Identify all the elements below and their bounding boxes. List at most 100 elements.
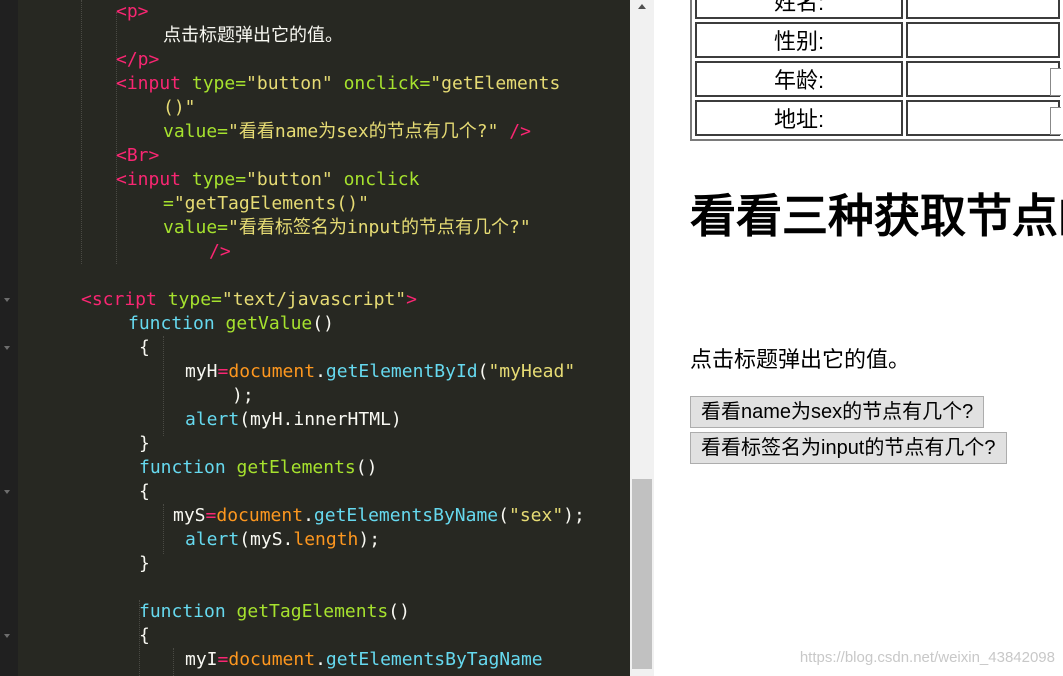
indent-guide bbox=[173, 648, 175, 676]
code-token: getElementsByName bbox=[313, 505, 499, 526]
code-editor[interactable]: <p> 点击标题弹出它的值。 </p> <input type="button" on… bbox=[0, 0, 630, 676]
code-line[interactable]: ); bbox=[232, 384, 254, 408]
code-line[interactable]: function getValue() bbox=[128, 312, 334, 336]
code-line[interactable]: { bbox=[139, 336, 150, 360]
code-token: ); bbox=[232, 385, 254, 406]
code-token: . bbox=[303, 505, 314, 526]
code-token: getElementsByTagName bbox=[325, 649, 543, 670]
code-token: = bbox=[217, 361, 229, 382]
code-token: <script bbox=[81, 289, 168, 310]
code-line[interactable]: } bbox=[139, 432, 150, 456]
code-token: 点击标题弹出它的值。 bbox=[163, 25, 343, 46]
code-token: document bbox=[216, 505, 304, 526]
code-token: myH bbox=[185, 361, 218, 382]
editor-scrollbar[interactable] bbox=[630, 0, 654, 676]
code-line[interactable]: </p> bbox=[116, 48, 159, 72]
code-line[interactable]: alert(myS.length); bbox=[185, 528, 380, 552]
fold-arrow-icon[interactable] bbox=[4, 298, 10, 302]
scrollbar-thumb[interactable] bbox=[632, 479, 652, 669]
code-line[interactable]: { bbox=[139, 624, 150, 648]
code-token: "getElements bbox=[430, 73, 561, 94]
fold-arrow-icon[interactable] bbox=[4, 346, 10, 350]
table-row: 姓名: bbox=[695, 0, 1060, 19]
code-line[interactable]: alert(myH.innerHTML) bbox=[185, 408, 402, 432]
count-input-tags-button[interactable]: 看看标签名为input的节点有几个? bbox=[690, 432, 1007, 464]
form-value-cell bbox=[906, 61, 1061, 97]
code-token: type= bbox=[167, 289, 222, 310]
code-token: type= bbox=[191, 169, 247, 190]
age-input[interactable] bbox=[1050, 68, 1061, 96]
code-token: () bbox=[312, 313, 334, 334]
code-token: { bbox=[139, 625, 150, 646]
fold-arrow-icon[interactable] bbox=[4, 490, 10, 494]
code-line[interactable]: <p> bbox=[116, 0, 149, 24]
code-token: = bbox=[163, 193, 174, 214]
code-token: = bbox=[217, 649, 229, 670]
fold-arrow-icon[interactable] bbox=[4, 634, 10, 638]
code-line[interactable]: 点击标题弹出它的值。 bbox=[163, 24, 343, 48]
address-input[interactable] bbox=[1050, 107, 1061, 135]
code-line[interactable]: myI=document.getElementsByTagName bbox=[185, 648, 543, 672]
code-line[interactable]: <input type="button" onclick="getElement… bbox=[116, 72, 560, 96]
code-token: </p> bbox=[116, 49, 160, 70]
code-line[interactable]: } bbox=[139, 552, 150, 576]
intro-text: 点击标题弹出它的值。 bbox=[690, 347, 911, 372]
scroll-up-arrow-icon[interactable] bbox=[638, 4, 646, 9]
code-line[interactable]: <input type="button" onclick bbox=[116, 168, 419, 192]
code-token: > bbox=[406, 289, 417, 310]
code-token: } bbox=[139, 553, 150, 574]
code-token: "看看标签名为input的节点有几个?" bbox=[228, 217, 531, 238]
code-token: /> bbox=[509, 121, 531, 142]
code-token: "button" bbox=[246, 169, 333, 190]
form-value-cell bbox=[906, 100, 1061, 136]
code-line[interactable]: function getElements() bbox=[139, 456, 377, 480]
code-token: } bbox=[139, 433, 150, 454]
code-line[interactable]: { bbox=[139, 480, 150, 504]
code-token: "看看name为sex的节点有几个?" bbox=[228, 121, 499, 142]
code-token: alert bbox=[185, 529, 240, 550]
code-line[interactable]: /> bbox=[209, 240, 231, 264]
form-label: 年龄: bbox=[695, 61, 904, 97]
code-line[interactable]: value="看看name为sex的节点有几个?" /> bbox=[163, 120, 531, 144]
code-token: "text/javascript" bbox=[221, 289, 407, 310]
editor-gutter bbox=[0, 0, 18, 676]
code-token: "sex" bbox=[508, 505, 564, 526]
watermark: https://blog.csdn.net/weixin_43842098 bbox=[799, 649, 1055, 666]
code-line[interactable]: ="getTagElements()" bbox=[163, 192, 369, 216]
code-line[interactable]: ()" bbox=[163, 96, 196, 120]
form-value-cell bbox=[906, 22, 1060, 58]
code-line[interactable]: value="看看标签名为input的节点有几个?" bbox=[163, 216, 531, 240]
code-token: getTagElements bbox=[236, 601, 389, 622]
code-token: . bbox=[315, 361, 326, 382]
code-line[interactable]: myH=document.getElementById("myHead" bbox=[185, 360, 575, 384]
code-token: getElements bbox=[236, 457, 356, 478]
code-token: ()" bbox=[163, 97, 196, 118]
code-token: myI bbox=[185, 649, 218, 670]
code-token: function bbox=[139, 601, 237, 622]
code-token: /> bbox=[209, 241, 231, 262]
indent-guide bbox=[81, 0, 83, 264]
code-token: { bbox=[139, 337, 150, 358]
code-token: <input bbox=[116, 169, 192, 190]
count-sex-nodes-button[interactable]: 看看name为sex的节点有几个? bbox=[690, 396, 985, 428]
code-token: (myH.innerHTML) bbox=[239, 409, 402, 430]
code-token: value= bbox=[163, 121, 229, 142]
indent-guide bbox=[163, 504, 165, 554]
code-token: "button" bbox=[246, 73, 333, 94]
form-label: 地址: bbox=[695, 100, 904, 136]
code-token: getElementById bbox=[325, 361, 478, 382]
form-label: 姓名: bbox=[695, 0, 904, 19]
code-line[interactable]: myS=document.getElementsByName("sex"); bbox=[173, 504, 585, 528]
code-line[interactable]: <Br> bbox=[116, 144, 159, 168]
code-token: onclick= bbox=[343, 73, 431, 94]
code-token: ( bbox=[498, 505, 509, 526]
code-token: () bbox=[355, 457, 378, 478]
code-line[interactable]: <script type="text/javascript"> bbox=[81, 288, 417, 312]
code-area[interactable]: <p> 点击标题弹出它的值。 </p> <input type="button" on… bbox=[18, 0, 630, 676]
code-line[interactable]: function getTagElements() bbox=[139, 600, 410, 624]
indent-guide bbox=[163, 336, 165, 436]
code-token: length bbox=[293, 529, 359, 550]
page-heading[interactable]: 看看三种获取节点的方法? bbox=[690, 186, 1063, 246]
